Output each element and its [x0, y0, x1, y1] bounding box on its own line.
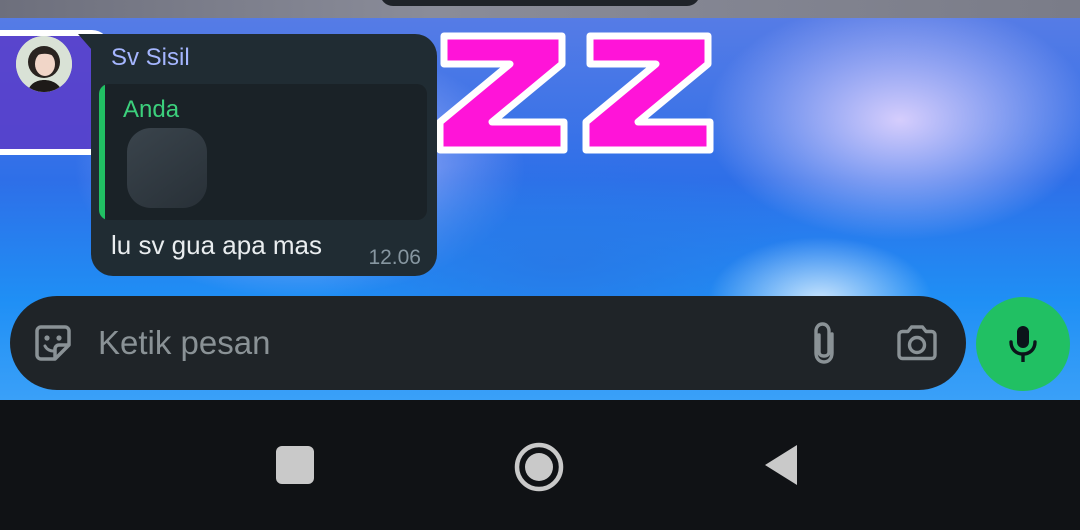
- recents-square-icon[interactable]: [270, 440, 320, 490]
- paperclip-icon[interactable]: [800, 318, 848, 368]
- quoted-thumbnail: [127, 128, 207, 208]
- quote-accent-bar: [99, 84, 105, 220]
- avatar-image: [16, 36, 72, 92]
- sticker-icon[interactable]: [30, 320, 76, 366]
- quoted-message[interactable]: Anda: [99, 84, 427, 220]
- wallpaper-graphic: [436, 32, 714, 154]
- message-bubble[interactable]: Sv Sisil Anda lu sv gua apa mas 12.06: [91, 34, 437, 276]
- sender-name[interactable]: Sv Sisil: [111, 44, 190, 72]
- home-circle-icon[interactable]: [508, 436, 570, 498]
- sender-avatar[interactable]: [16, 36, 72, 92]
- back-triangle-icon[interactable]: [756, 440, 806, 490]
- message-composer: [10, 296, 966, 390]
- microphone-icon: [1009, 326, 1037, 362]
- quoted-author: Anda: [123, 96, 180, 123]
- system-navigation-bar: [0, 400, 1080, 530]
- microphone-button[interactable]: [976, 297, 1070, 391]
- message-text: lu sv gua apa mas: [111, 230, 323, 260]
- bubble-tail: [78, 34, 92, 50]
- message-time: 12.06: [368, 246, 421, 269]
- top-pill: [380, 0, 700, 6]
- camera-icon[interactable]: [892, 320, 942, 366]
- message-input[interactable]: [98, 324, 778, 362]
